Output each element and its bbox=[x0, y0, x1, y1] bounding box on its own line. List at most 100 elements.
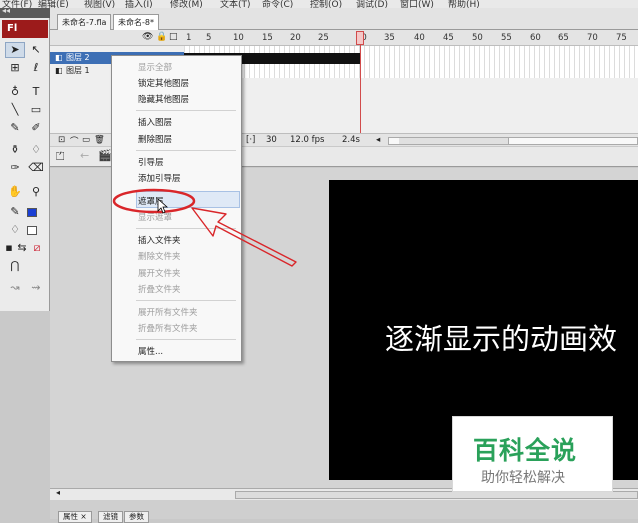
timeline-toggle-icon[interactable]: ⏍ bbox=[56, 150, 64, 164]
stage-text[interactable]: 逐渐显示的动画效 bbox=[385, 316, 617, 358]
menu-item-guide[interactable]: 引导层 bbox=[138, 156, 164, 168]
ruler-label: 1 bbox=[186, 33, 192, 43]
ruler-label: 60 bbox=[530, 33, 541, 43]
layer-name: 图层 1 bbox=[66, 66, 90, 75]
ruler-label: 20 bbox=[290, 33, 301, 43]
tab-properties[interactable]: 属性 × bbox=[58, 511, 92, 523]
watermark-subtitle: 助你轻松解决 bbox=[481, 470, 565, 486]
edit-multiple-frames-icon[interactable]: [·] bbox=[246, 135, 255, 145]
scrollbar-thumb[interactable] bbox=[399, 138, 509, 144]
menu-item-collapse-folder[interactable]: 折叠文件夹 bbox=[138, 283, 181, 295]
ink-bottle-tool-icon[interactable]: ⚱ bbox=[5, 142, 25, 158]
subselection-tool-icon[interactable]: ↖ bbox=[26, 42, 46, 58]
menu-separator bbox=[136, 228, 236, 229]
brush-tool-icon[interactable]: ✐ bbox=[26, 120, 46, 136]
lasso-tool-icon[interactable]: ℓ bbox=[26, 60, 46, 76]
eraser-tool-icon[interactable]: ⌫ bbox=[26, 160, 46, 176]
menu-text[interactable]: 文本(T) bbox=[220, 0, 251, 8]
scene-icon[interactable]: 🎬 bbox=[98, 149, 112, 162]
watermark-logo: 百科全说 助你轻松解决 bbox=[452, 416, 613, 492]
selection-tool-icon[interactable]: ➤ bbox=[5, 42, 25, 58]
document-tab-7[interactable]: 未命名-7.fla bbox=[57, 14, 112, 30]
menu-insert[interactable]: 插入(I) bbox=[125, 0, 153, 8]
ruler-label: 65 bbox=[558, 33, 569, 43]
ruler-label: 50 bbox=[472, 33, 483, 43]
menu-debug[interactable]: 调试(D) bbox=[356, 0, 388, 8]
menu-item-expand-all-folders[interactable]: 展开所有文件夹 bbox=[138, 306, 198, 318]
ruler-label: 15 bbox=[262, 33, 273, 43]
black-white-icon[interactable]: ▪ bbox=[2, 240, 16, 256]
collapse-icon[interactable]: ◂◂ bbox=[2, 6, 10, 15]
layer-context-menu: 显示全部 锁定其他图层 隐藏其他图层 插入图层 删除图层 引导层 添加引导层 遮… bbox=[111, 55, 242, 362]
scroll-left-icon[interactable]: ◂ bbox=[56, 488, 60, 497]
tools-panel: ◂◂ Fl ➤ ↖ ⊞ ℓ ♁ T ╲ ▭ ✎ ✐ ⚱ ♢ ✑ ⌫ ✋ ⚲ ✎ … bbox=[0, 6, 50, 311]
properties-panel-bar: 属性 × 滤镜 参数 bbox=[50, 500, 638, 523]
eye-icon[interactable]: 👁 bbox=[142, 32, 153, 42]
menu-help[interactable]: 帮助(H) bbox=[448, 0, 480, 8]
lock-icon[interactable]: 🔒 bbox=[156, 32, 167, 42]
back-arrow-icon[interactable]: ← bbox=[80, 149, 89, 162]
tab-filters[interactable]: 滤镜 bbox=[98, 511, 123, 523]
menu-item-delete-layer[interactable]: 删除图层 bbox=[138, 133, 172, 145]
rectangle-tool-icon[interactable]: ▭ bbox=[26, 102, 46, 118]
zoom-tool-icon[interactable]: ⚲ bbox=[26, 184, 46, 200]
scrollbar-thumb[interactable] bbox=[235, 491, 638, 499]
pencil-tool-icon[interactable]: ✎ bbox=[5, 120, 25, 136]
menu-commands[interactable]: 命令(C) bbox=[262, 0, 293, 8]
ruler-label: 75 bbox=[616, 33, 627, 43]
ruler-label: 35 bbox=[384, 33, 395, 43]
no-color-icon[interactable]: ⧄ bbox=[30, 240, 44, 256]
playhead-line bbox=[360, 45, 361, 141]
menu-edit[interactable]: 编辑(E) bbox=[38, 0, 69, 8]
menu-item-insert-layer[interactable]: 插入图层 bbox=[138, 116, 172, 128]
document-tab-8[interactable]: 未命名-8* bbox=[113, 14, 159, 30]
playhead[interactable] bbox=[356, 31, 364, 45]
text-tool-icon[interactable]: T bbox=[26, 84, 46, 100]
menu-item-add-guide[interactable]: 添加引导层 bbox=[138, 172, 181, 184]
eyedropper-tool-icon[interactable]: ✑ bbox=[5, 160, 25, 176]
tools-panel-header[interactable]: ◂◂ bbox=[0, 6, 50, 18]
menu-item-properties[interactable]: 属性... bbox=[138, 345, 163, 357]
menu-separator bbox=[136, 300, 236, 301]
ruler-label: 70 bbox=[587, 33, 598, 43]
insert-folder-icon[interactable]: ▭ bbox=[82, 135, 90, 145]
scroll-left-icon[interactable]: ◂ bbox=[376, 135, 380, 145]
outline-icon[interactable]: □ bbox=[169, 32, 178, 42]
pen-tool-icon[interactable]: ♁ bbox=[5, 84, 25, 100]
frame-rate[interactable]: 12.0 fps bbox=[290, 135, 324, 145]
delete-layer-icon[interactable]: 🗑 bbox=[94, 135, 105, 145]
smooth-icon[interactable]: ↝ bbox=[5, 280, 25, 296]
stroke-color-swatch[interactable] bbox=[22, 204, 42, 220]
straighten-icon[interactable]: ⇝ bbox=[26, 280, 46, 296]
menu-item-show-masking[interactable]: 显示遮罩 bbox=[138, 211, 172, 223]
menu-separator bbox=[136, 339, 236, 340]
menu-item-lock-others[interactable]: 锁定其他图层 bbox=[138, 77, 189, 89]
snap-magnet-icon[interactable]: ⋂ bbox=[5, 258, 25, 274]
tab-parameters[interactable]: 参数 bbox=[124, 511, 149, 523]
menu-control[interactable]: 控制(O) bbox=[310, 0, 342, 8]
paint-bucket-tool-icon[interactable]: ♢ bbox=[26, 142, 46, 158]
menu-item-insert-folder[interactable]: 插入文件夹 bbox=[138, 234, 181, 246]
menu-separator bbox=[136, 110, 236, 111]
menu-item-delete-folder[interactable]: 删除文件夹 bbox=[138, 250, 181, 262]
menu-item-show-all[interactable]: 显示全部 bbox=[138, 61, 172, 73]
insert-layer-icon[interactable]: ⊡ bbox=[58, 135, 65, 145]
menu-item-hide-others[interactable]: 隐藏其他图层 bbox=[138, 93, 189, 105]
ruler-label: 55 bbox=[501, 33, 512, 43]
menu-item-expand-folder[interactable]: 展开文件夹 bbox=[138, 267, 181, 279]
add-motion-guide-icon[interactable]: ⌒ bbox=[70, 135, 79, 147]
line-tool-icon[interactable]: ╲ bbox=[5, 102, 25, 118]
menu-window[interactable]: 窗口(W) bbox=[400, 0, 434, 8]
hand-tool-icon[interactable]: ✋ bbox=[5, 184, 25, 200]
menu-item-collapse-all-folders[interactable]: 折叠所有文件夹 bbox=[138, 322, 198, 334]
swap-colors-icon[interactable]: ⇆ bbox=[15, 240, 29, 256]
free-transform-tool-icon[interactable]: ⊞ bbox=[5, 60, 25, 76]
fill-color-swatch[interactable] bbox=[22, 222, 42, 238]
menu-item-mask[interactable]: 遮罩层 bbox=[138, 195, 164, 207]
document-tab-bar: 未命名-7.fla 未命名-8* bbox=[50, 8, 638, 30]
menu-view[interactable]: 视图(V) bbox=[84, 0, 115, 8]
current-frame: 30 bbox=[266, 135, 277, 145]
timeline-scrollbar[interactable] bbox=[388, 137, 638, 145]
menu-bar: 文件(F) 编辑(E) 视图(V) 插入(I) 修改(M) 文本(T) 命令(C… bbox=[0, 0, 638, 8]
menu-modify[interactable]: 修改(M) bbox=[170, 0, 203, 8]
